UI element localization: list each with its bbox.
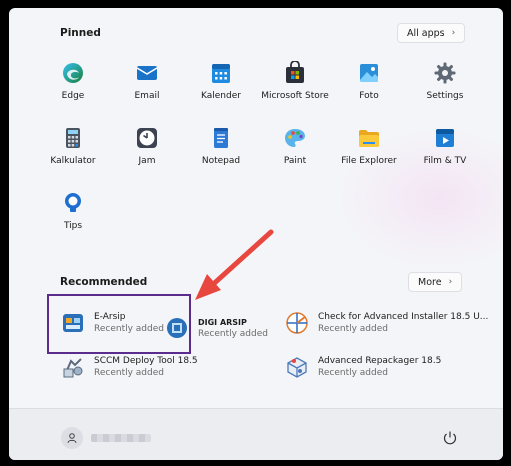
start-menu-footer xyxy=(9,408,503,460)
annotation-arrow xyxy=(195,229,274,300)
start-menu: Pinned All apps › Edge Email Kalender Mi… xyxy=(9,8,503,460)
user-avatar[interactable] xyxy=(61,427,83,449)
power-icon xyxy=(443,431,457,445)
user-name-redacted xyxy=(91,434,151,442)
power-button[interactable] xyxy=(441,429,459,447)
user-icon xyxy=(67,433,77,444)
